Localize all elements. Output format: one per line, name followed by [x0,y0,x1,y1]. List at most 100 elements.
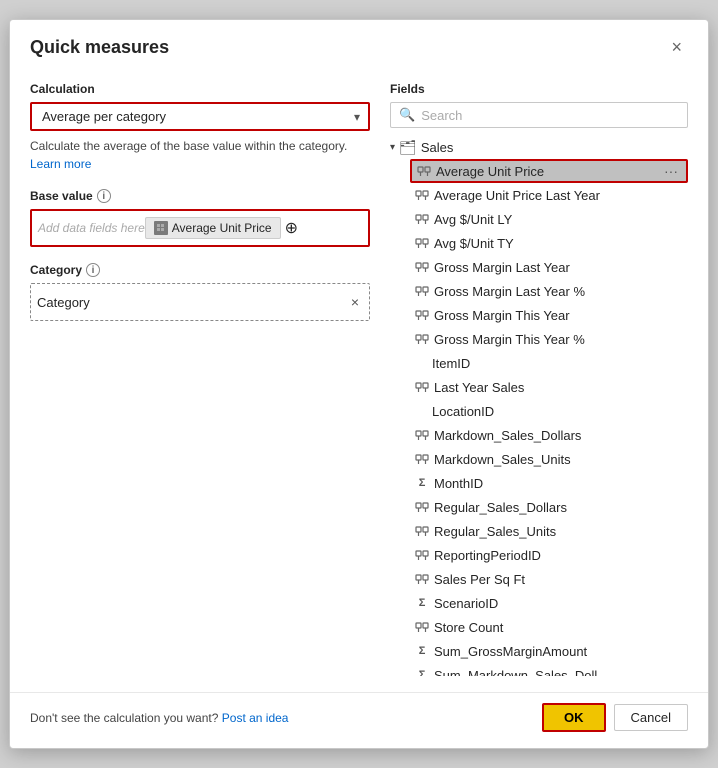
field-type-icon [414,187,430,203]
cancel-button[interactable]: Cancel [614,704,688,731]
tree-item-gross-margin-ly-pct[interactable]: Gross Margin Last Year % [410,279,688,303]
tree-item-label: Gross Margin This Year % [434,332,684,347]
drag-cursor: ⊕ [285,218,298,238]
tree-item-label: Avg $/Unit TY [434,236,684,251]
tree-item-sum-gross-margin[interactable]: Σ Sum_GrossMarginAmount [410,639,688,663]
tree-item-reporting-period-id[interactable]: ReportingPeriodID [410,543,688,567]
tree-item-markdown-sales-units[interactable]: Markdown_Sales_Units [410,447,688,471]
right-panel: Fields 🔍 ▾ 🗂 Sales Average Unit Price ··… [390,68,688,682]
tree-item-last-year-sales[interactable]: Last Year Sales [410,375,688,399]
chip-field-icon [154,221,168,235]
tree-item-label: MonthID [434,476,684,491]
calculation-dropdown[interactable]: Average per category [30,102,370,131]
base-value-drop-zone[interactable]: Add data fields here Average Unit Price [30,209,370,247]
category-value: Category [37,295,90,310]
tree-item-regular-sales-dollars[interactable]: Regular_Sales_Dollars [410,495,688,519]
field-type-icon [414,283,430,299]
tree-item-regular-sales-units[interactable]: Regular_Sales_Units [410,519,688,543]
tree-parent-label: Sales [421,140,454,155]
base-value-chip: Average Unit Price [145,217,281,239]
tree-item-locationid[interactable]: LocationID [410,399,688,423]
tree-item-avg-s-unit-ty[interactable]: Avg $/Unit TY [410,231,688,255]
tree-item-label: Sum_Markdown_Sales_Doll... [434,668,684,677]
tree-item-store-count[interactable]: Store Count [410,615,688,639]
tree-item-itemid[interactable]: ItemID [410,351,688,375]
field-type-icon [414,331,430,347]
base-value-section: Base value i Add data fields here [30,189,370,247]
field-type-icon: Σ [414,475,430,491]
tree-item-scenarioid[interactable]: Σ ScenarioID [410,591,688,615]
field-type-icon: Σ [414,667,430,676]
quick-measures-dialog: Quick measures × Calculation Average per… [9,19,709,749]
search-icon: 🔍 [399,107,415,123]
tree-item-label: ItemID [414,356,684,371]
tree-item-label: LocationID [414,404,684,419]
category-clear-button[interactable]: × [347,294,363,310]
field-type-icon: Σ [414,595,430,611]
tree-item-label: Average Unit Price [436,164,656,179]
chevron-down-icon: ▾ [390,142,395,153]
post-idea-link[interactable]: Post an idea [222,711,289,725]
field-type-icon [414,571,430,587]
footer-left: Don't see the calculation you want? Post… [30,711,288,725]
item-menu-dots[interactable]: ··· [660,163,682,179]
tree-item-gross-margin-ty[interactable]: Gross Margin This Year [410,303,688,327]
left-panel: Calculation Average per category Calcula… [30,68,370,682]
tree-item-label: Avg $/Unit LY [434,212,684,227]
base-value-label: Base value [30,189,93,203]
category-label: Category [30,263,82,277]
tree-item-label: Markdown_Sales_Dollars [434,428,684,443]
dialog-footer: Don't see the calculation you want? Post… [10,692,708,748]
field-type-icon [414,307,430,323]
dialog-body: Calculation Average per category Calcula… [10,68,708,692]
calc-description: Calculate the average of the base value … [30,137,370,173]
tree-item-label: Regular_Sales_Dollars [434,500,684,515]
tree-parent-sales[interactable]: ▾ 🗂 Sales [390,136,688,159]
dialog-title: Quick measures [30,37,169,58]
field-type-icon [414,211,430,227]
base-value-placeholder: Add data fields here [38,221,145,235]
tree-item-label: ReportingPeriodID [434,548,684,563]
tree-item-monthid[interactable]: Σ MonthID [410,471,688,495]
learn-more-link[interactable]: Learn more [30,157,91,171]
calculation-dropdown-wrapper: Average per category [30,102,370,131]
fields-tree: ▾ 🗂 Sales Average Unit Price ··· Average… [390,136,688,676]
tree-item-label: Store Count [434,620,684,635]
tree-item-gross-margin-ty-pct[interactable]: Gross Margin This Year % [410,327,688,351]
chip-label: Average Unit Price [172,221,272,235]
category-info-icon: i [86,263,100,277]
tree-item-label: Markdown_Sales_Units [434,452,684,467]
field-type-icon [414,259,430,275]
tree-item-label: Regular_Sales_Units [434,524,684,539]
tree-item-label: Sum_GrossMarginAmount [434,644,684,659]
base-value-info-icon: i [97,189,111,203]
tree-item-markdown-sales-dollars[interactable]: Markdown_Sales_Dollars [410,423,688,447]
tree-item-label: Average Unit Price Last Year [434,188,684,203]
field-type-icon [414,379,430,395]
tree-children-sales: Average Unit Price ··· Average Unit Pric… [390,159,688,676]
field-type-icon [414,523,430,539]
tree-item-label: Sales Per Sq Ft [434,572,684,587]
tree-item-sales-per-sq-ft[interactable]: Sales Per Sq Ft [410,567,688,591]
tree-item-label: Gross Margin Last Year % [434,284,684,299]
field-type-icon [414,427,430,443]
category-drop-zone[interactable]: Category × [30,283,370,321]
field-type-icon: Σ [414,643,430,659]
table-icon: 🗂 [399,139,417,156]
tree-item-avg-s-unit-ly[interactable]: Avg $/Unit LY [410,207,688,231]
tree-item-gross-margin-ly[interactable]: Gross Margin Last Year [410,255,688,279]
tree-item-sum-margin-sales[interactable]: Σ Sum_Markdown_Sales_Doll... [410,663,688,676]
field-type-icon [414,547,430,563]
search-box: 🔍 [390,102,688,128]
search-input[interactable] [421,108,679,123]
calculation-label: Calculation [30,82,370,96]
tree-item-label: Gross Margin This Year [434,308,684,323]
ok-button[interactable]: OK [542,703,606,732]
tree-item-avg-unit-price[interactable]: Average Unit Price ··· [410,159,688,183]
field-type-icon [414,235,430,251]
footer-right: OK Cancel [542,703,688,732]
dialog-header: Quick measures × [10,20,708,68]
field-type-icon [414,619,430,635]
tree-item-avg-unit-price-ly[interactable]: Average Unit Price Last Year [410,183,688,207]
close-button[interactable]: × [665,36,688,58]
